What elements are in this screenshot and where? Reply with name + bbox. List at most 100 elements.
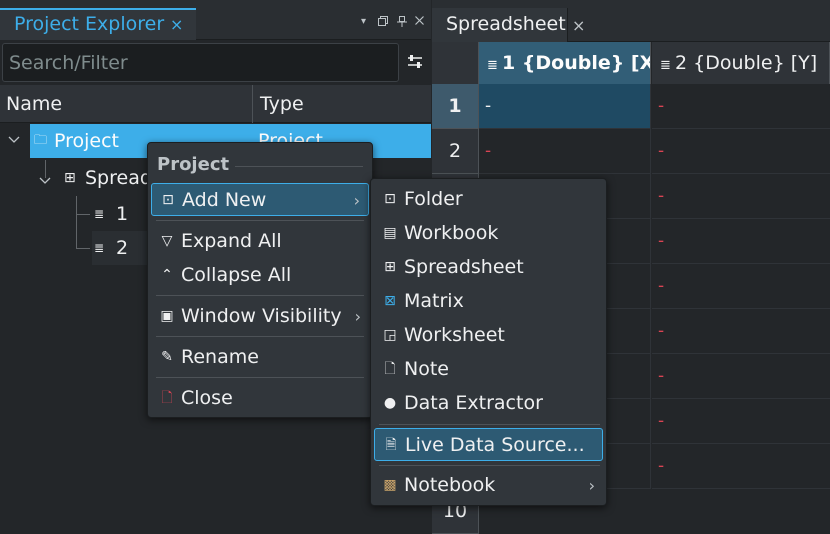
submenu-arrow-icon: › xyxy=(588,476,595,495)
menu-item-add-new[interactable]: ⊡ Add New › xyxy=(151,183,369,216)
submenu-item-note[interactable]: 🗋 Note xyxy=(374,353,603,386)
submenu-arrow-icon: › xyxy=(354,307,361,326)
search-input[interactable] xyxy=(9,44,389,81)
menu-item-expand-all[interactable]: ▽ Expand All xyxy=(151,225,369,258)
expand-chevron-icon[interactable] xyxy=(39,171,51,190)
table-cell[interactable]: - xyxy=(652,264,830,309)
tab-label: Project Explorer xyxy=(14,13,165,35)
tree-item-label: Project xyxy=(54,130,120,152)
tree-item-spreadsheet[interactable]: ⊞ Spreadsheet xyxy=(60,161,205,195)
table-cell[interactable]: - xyxy=(652,219,830,264)
tree-item-column-2[interactable]: ≣ 2 xyxy=(92,231,152,265)
tab-close-icon[interactable]: × xyxy=(170,10,183,39)
collapse-icon: ⌃ xyxy=(161,267,173,283)
column-header-y[interactable]: ≣ 2 {Double} [Y] xyxy=(652,42,830,84)
submenu-item-data-extractor[interactable]: ● Data Extractor xyxy=(374,387,603,420)
project-folder-icon: 🗀 xyxy=(34,133,48,148)
menu-item-label: Spreadsheet xyxy=(404,256,524,278)
dock-menu-icon[interactable]: ▾ xyxy=(361,16,366,27)
menu-item-close[interactable]: 🗋 Close xyxy=(151,382,369,415)
dock-close-icon[interactable] xyxy=(415,16,424,28)
add-icon: ⊡ xyxy=(162,192,174,208)
column-icon: ≣ xyxy=(94,207,105,221)
row-header[interactable]: 2 xyxy=(432,129,479,174)
menu-item-label: Rename xyxy=(181,346,259,368)
submenu-item-workbook[interactable]: ▤ Workbook xyxy=(374,217,603,250)
filter-options-button[interactable] xyxy=(404,47,426,77)
table-cell[interactable]: - xyxy=(479,84,651,129)
worksheet-icon: ◲ xyxy=(383,327,397,343)
menu-item-rename[interactable]: ✎ Rename xyxy=(151,341,369,374)
menu-separator xyxy=(379,465,600,466)
menu-item-label: Notebook xyxy=(404,474,496,496)
tab-close-icon[interactable]: × xyxy=(572,16,585,35)
menu-item-label: Worksheet xyxy=(404,324,505,346)
menu-separator xyxy=(156,377,364,378)
submenu-item-notebook[interactable]: ▩ Notebook › xyxy=(374,469,603,502)
project-context-menu: Project ⊡ Add New › ▽ Expand All ⌃ Colla… xyxy=(147,142,373,418)
tree-item-label: 1 xyxy=(116,203,129,225)
note-icon: 🗋 xyxy=(384,361,396,377)
table-cell[interactable]: - xyxy=(652,129,830,174)
table-cell[interactable]: - xyxy=(652,309,830,354)
menu-separator xyxy=(379,424,600,425)
tree-header: Name Type xyxy=(0,85,431,123)
menu-item-window-visibility[interactable]: ▣ Window Visibility › xyxy=(151,300,369,333)
tab-spreadsheet[interactable]: Spreadsheet xyxy=(432,8,568,42)
menu-separator xyxy=(156,220,364,221)
column-icon: ≣ xyxy=(94,241,105,255)
close-document-icon: 🗋 xyxy=(161,390,173,406)
filter-settings-icon xyxy=(408,55,422,68)
column-header-x[interactable]: ≣ 1 {Double} [X] xyxy=(479,42,651,84)
table-cell[interactable]: - xyxy=(652,399,830,444)
window-icon: ▣ xyxy=(160,308,174,324)
menu-item-collapse-all[interactable]: ⌃ Collapse All xyxy=(151,259,369,292)
column-header-label: 1 {Double} [X] xyxy=(502,52,651,74)
menu-title: Project xyxy=(157,154,230,175)
expand-chevron-icon[interactable] xyxy=(8,134,20,148)
table-cell[interactable]: - xyxy=(652,444,830,489)
table-cell[interactable]: - xyxy=(652,354,830,399)
spreadsheet-icon: ⊞ xyxy=(64,170,76,186)
menu-item-label: Workbook xyxy=(404,222,499,244)
submenu-item-matrix[interactable]: ⊠ Matrix xyxy=(374,285,603,318)
row-header[interactable]: 1 xyxy=(432,84,479,129)
live-data-source-icon: 🗎 xyxy=(385,437,397,453)
tree-branch-line xyxy=(76,196,77,249)
column-header-type[interactable]: Type xyxy=(254,85,431,123)
menu-item-label: Add New xyxy=(182,189,267,211)
menu-separator xyxy=(156,295,364,296)
submenu-item-live-data-source[interactable]: 🗎 Live Data Source... xyxy=(374,428,603,461)
menu-item-label: Data Extractor xyxy=(404,392,543,414)
search-box xyxy=(2,43,399,82)
corner-header[interactable] xyxy=(432,42,479,84)
tree-item-label: 2 xyxy=(116,237,129,259)
menu-item-label: Collapse All xyxy=(181,264,292,286)
menu-item-label: Matrix xyxy=(404,290,464,312)
table-cell[interactable]: - xyxy=(652,174,830,219)
tab-project-explorer[interactable]: Project Explorer × xyxy=(0,8,196,40)
menu-item-label: Folder xyxy=(404,188,463,210)
column-icon: ≣ xyxy=(487,58,503,73)
float-window-icon[interactable] xyxy=(378,16,388,29)
submenu-item-worksheet[interactable]: ◲ Worksheet xyxy=(374,319,603,352)
submenu-item-folder[interactable]: ⊡ Folder xyxy=(374,183,603,216)
pencil-icon: ✎ xyxy=(161,349,173,365)
tab-label: Spreadsheet xyxy=(446,13,566,35)
menu-separator xyxy=(156,336,364,337)
tree-item-column-1[interactable]: ≣ 1 xyxy=(92,197,152,231)
table-cell[interactable]: - xyxy=(479,129,651,174)
notebook-icon: ▩ xyxy=(383,477,397,493)
workbook-icon: ▤ xyxy=(383,225,397,241)
spreadsheet-icon: ⊞ xyxy=(384,259,396,275)
column-icon: ≣ xyxy=(660,58,676,73)
expand-icon: ▽ xyxy=(161,233,173,249)
submenu-arrow-icon: › xyxy=(353,191,360,210)
table-cell[interactable]: - xyxy=(652,84,830,129)
column-header-label: 2 {Double} [Y] xyxy=(675,52,818,74)
menu-item-label: Expand All xyxy=(181,230,282,252)
submenu-item-spreadsheet[interactable]: ⊞ Spreadsheet xyxy=(374,251,603,284)
pin-icon[interactable] xyxy=(397,16,407,30)
tree-branch-line xyxy=(76,214,90,215)
column-header-name[interactable]: Name xyxy=(0,85,253,123)
